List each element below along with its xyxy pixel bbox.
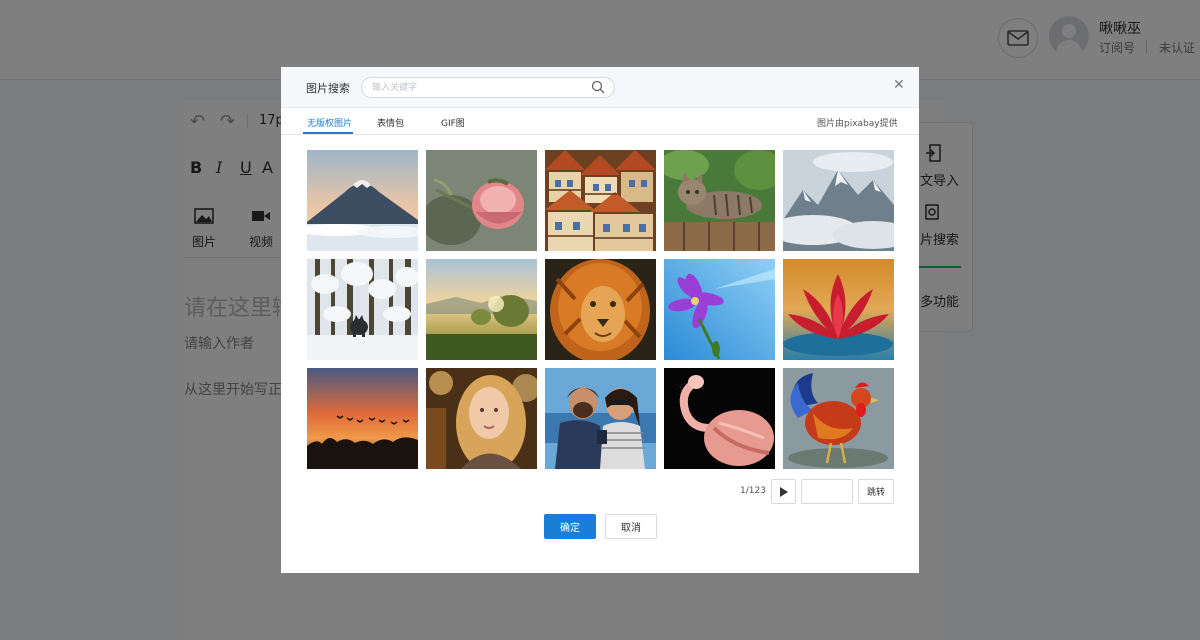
next-page-button[interactable] [771, 479, 796, 504]
active-tab-indicator [303, 132, 353, 134]
image-wolf-in-snow-forest[interactable] [307, 259, 418, 360]
tab-bar: 无版权图片 表情包 GIF图 图片由pixabay提供 [281, 108, 919, 135]
image-misty-meadow-sunrise[interactable] [426, 259, 537, 360]
image-frosted-pink-flower[interactable] [426, 150, 537, 251]
image-credit: 图片由pixabay提供 [817, 119, 898, 129]
tab-gif[interactable]: GIF图 [441, 116, 465, 129]
image-timber-houses[interactable] [545, 150, 656, 251]
page-jump-input[interactable] [801, 479, 853, 504]
image-purple-flower-blue-sky[interactable] [664, 259, 775, 360]
search-icon[interactable] [591, 80, 605, 94]
image-blonde-woman[interactable] [426, 368, 537, 469]
image-tabby-cat[interactable] [664, 150, 775, 251]
close-icon[interactable]: ✕ [893, 78, 905, 92]
tab-free-images[interactable]: 无版权图片 [307, 116, 352, 129]
image-mountain-fuji[interactable] [307, 150, 418, 251]
search-input[interactable] [361, 77, 615, 98]
image-flamingo[interactable] [664, 368, 775, 469]
dialog-title: 图片搜索 [306, 82, 350, 95]
image-snowy-mountains[interactable] [783, 150, 894, 251]
page-indicator: 1/123 [740, 486, 766, 496]
play-right-icon [780, 486, 788, 497]
image-rooster[interactable] [783, 368, 894, 469]
image-couple-with-phone[interactable] [545, 368, 656, 469]
tab-stickers[interactable]: 表情包 [377, 116, 404, 129]
image-lion[interactable] [545, 259, 656, 360]
image-grid [307, 150, 894, 469]
dialog-header: 图片搜索 ✕ [281, 67, 919, 108]
cancel-button[interactable]: 取消 [605, 514, 657, 539]
jump-button[interactable]: 跳转 [858, 479, 894, 504]
image-red-lotus[interactable] [783, 259, 894, 360]
image-search-dialog: 图片搜索 ✕ 无版权图片 表情包 GIF图 图片由pixabay提供 [281, 67, 919, 573]
image-sunset-birds[interactable] [307, 368, 418, 469]
confirm-button[interactable]: 确定 [544, 514, 596, 539]
